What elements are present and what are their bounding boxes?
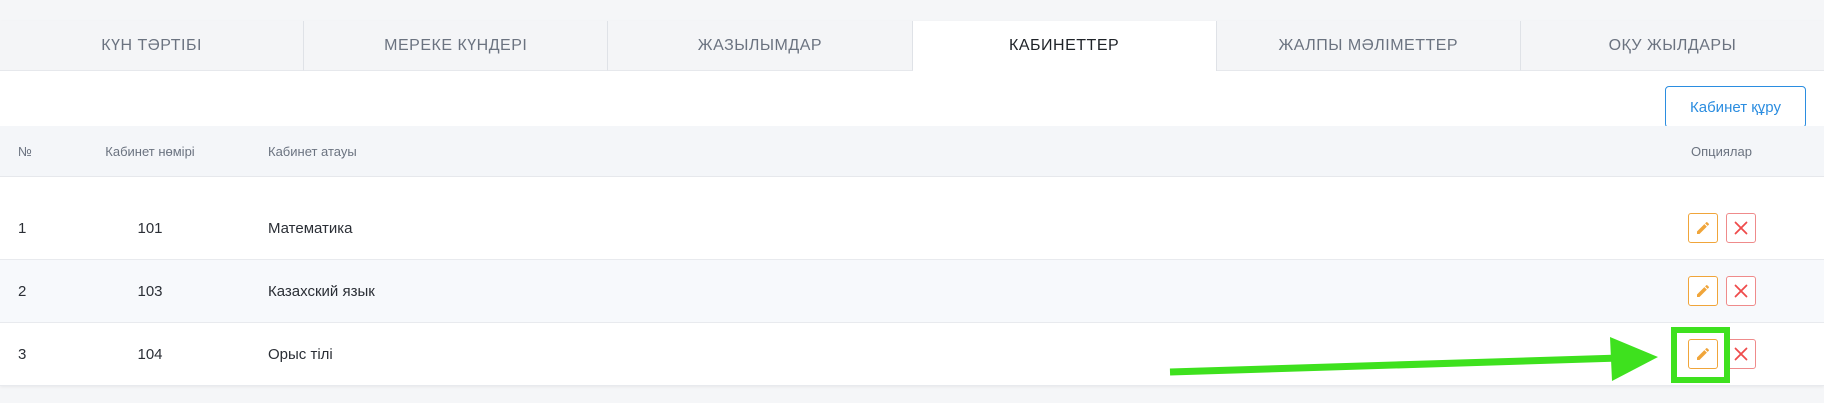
row-room-name: Орыс тілі — [268, 345, 333, 363]
row-room-number: 101 — [137, 219, 163, 237]
annotation-highlight-box — [1671, 327, 1730, 383]
row-room-number: 103 — [137, 282, 163, 300]
table-row: 2 103 Казахский язык — [0, 260, 1824, 323]
row-room-number: 104 — [137, 345, 163, 363]
edit-button[interactable] — [1687, 213, 1718, 243]
close-icon — [1734, 221, 1747, 235]
pencil-icon — [1696, 221, 1709, 234]
row-number: 3 — [18, 345, 27, 363]
tab-academic-years[interactable]: ОҚУ ЖЫЛДАРЫ — [1520, 21, 1824, 71]
tab-holidays[interactable]: МЕРЕКЕ КҮНДЕРІ — [304, 21, 609, 71]
edit-button[interactable] — [1687, 276, 1718, 306]
delete-button[interactable] — [1725, 213, 1756, 243]
table-row: 3 104 Орыс тілі — [0, 323, 1824, 386]
row-number: 2 — [18, 282, 27, 300]
close-icon — [1734, 347, 1747, 361]
header-room-name: Кабинет атауы — [268, 143, 357, 159]
close-icon — [1734, 284, 1747, 298]
header-room-number: Кабинет нөмірі — [105, 143, 195, 159]
delete-button[interactable] — [1725, 339, 1756, 369]
tab-subscriptions[interactable]: ЖАЗЫЛЫМДАР — [608, 21, 913, 71]
pencil-icon — [1696, 284, 1709, 297]
header-number: № — [18, 143, 32, 159]
tab-bar: КҮН ТӘРТІБІ МЕРЕКЕ КҮНДЕРІ ЖАЗЫЛЫМДАР КА… — [0, 21, 1824, 71]
row-options — [1620, 197, 1823, 259]
tab-schedule[interactable]: КҮН ТӘРТІБІ — [0, 21, 305, 71]
row-options — [1620, 260, 1823, 322]
row-room-name: Казахский язык — [268, 282, 375, 300]
tab-general-info[interactable]: ЖАЛПЫ МӘЛІМЕТТЕР — [1216, 21, 1521, 71]
delete-button[interactable] — [1725, 276, 1756, 306]
table-row: 1 101 Математика — [0, 197, 1824, 260]
row-room-name: Математика — [268, 219, 353, 237]
table-header: № Кабинет нөмірі Кабинет атауы Опциялар — [0, 126, 1824, 177]
create-cabinet-button[interactable]: Кабинет құру — [1665, 86, 1806, 128]
row-number: 1 — [18, 219, 27, 237]
header-options: Опциялар — [1691, 143, 1752, 159]
tab-cabinets[interactable]: КАБИНЕТТЕР — [912, 21, 1217, 71]
